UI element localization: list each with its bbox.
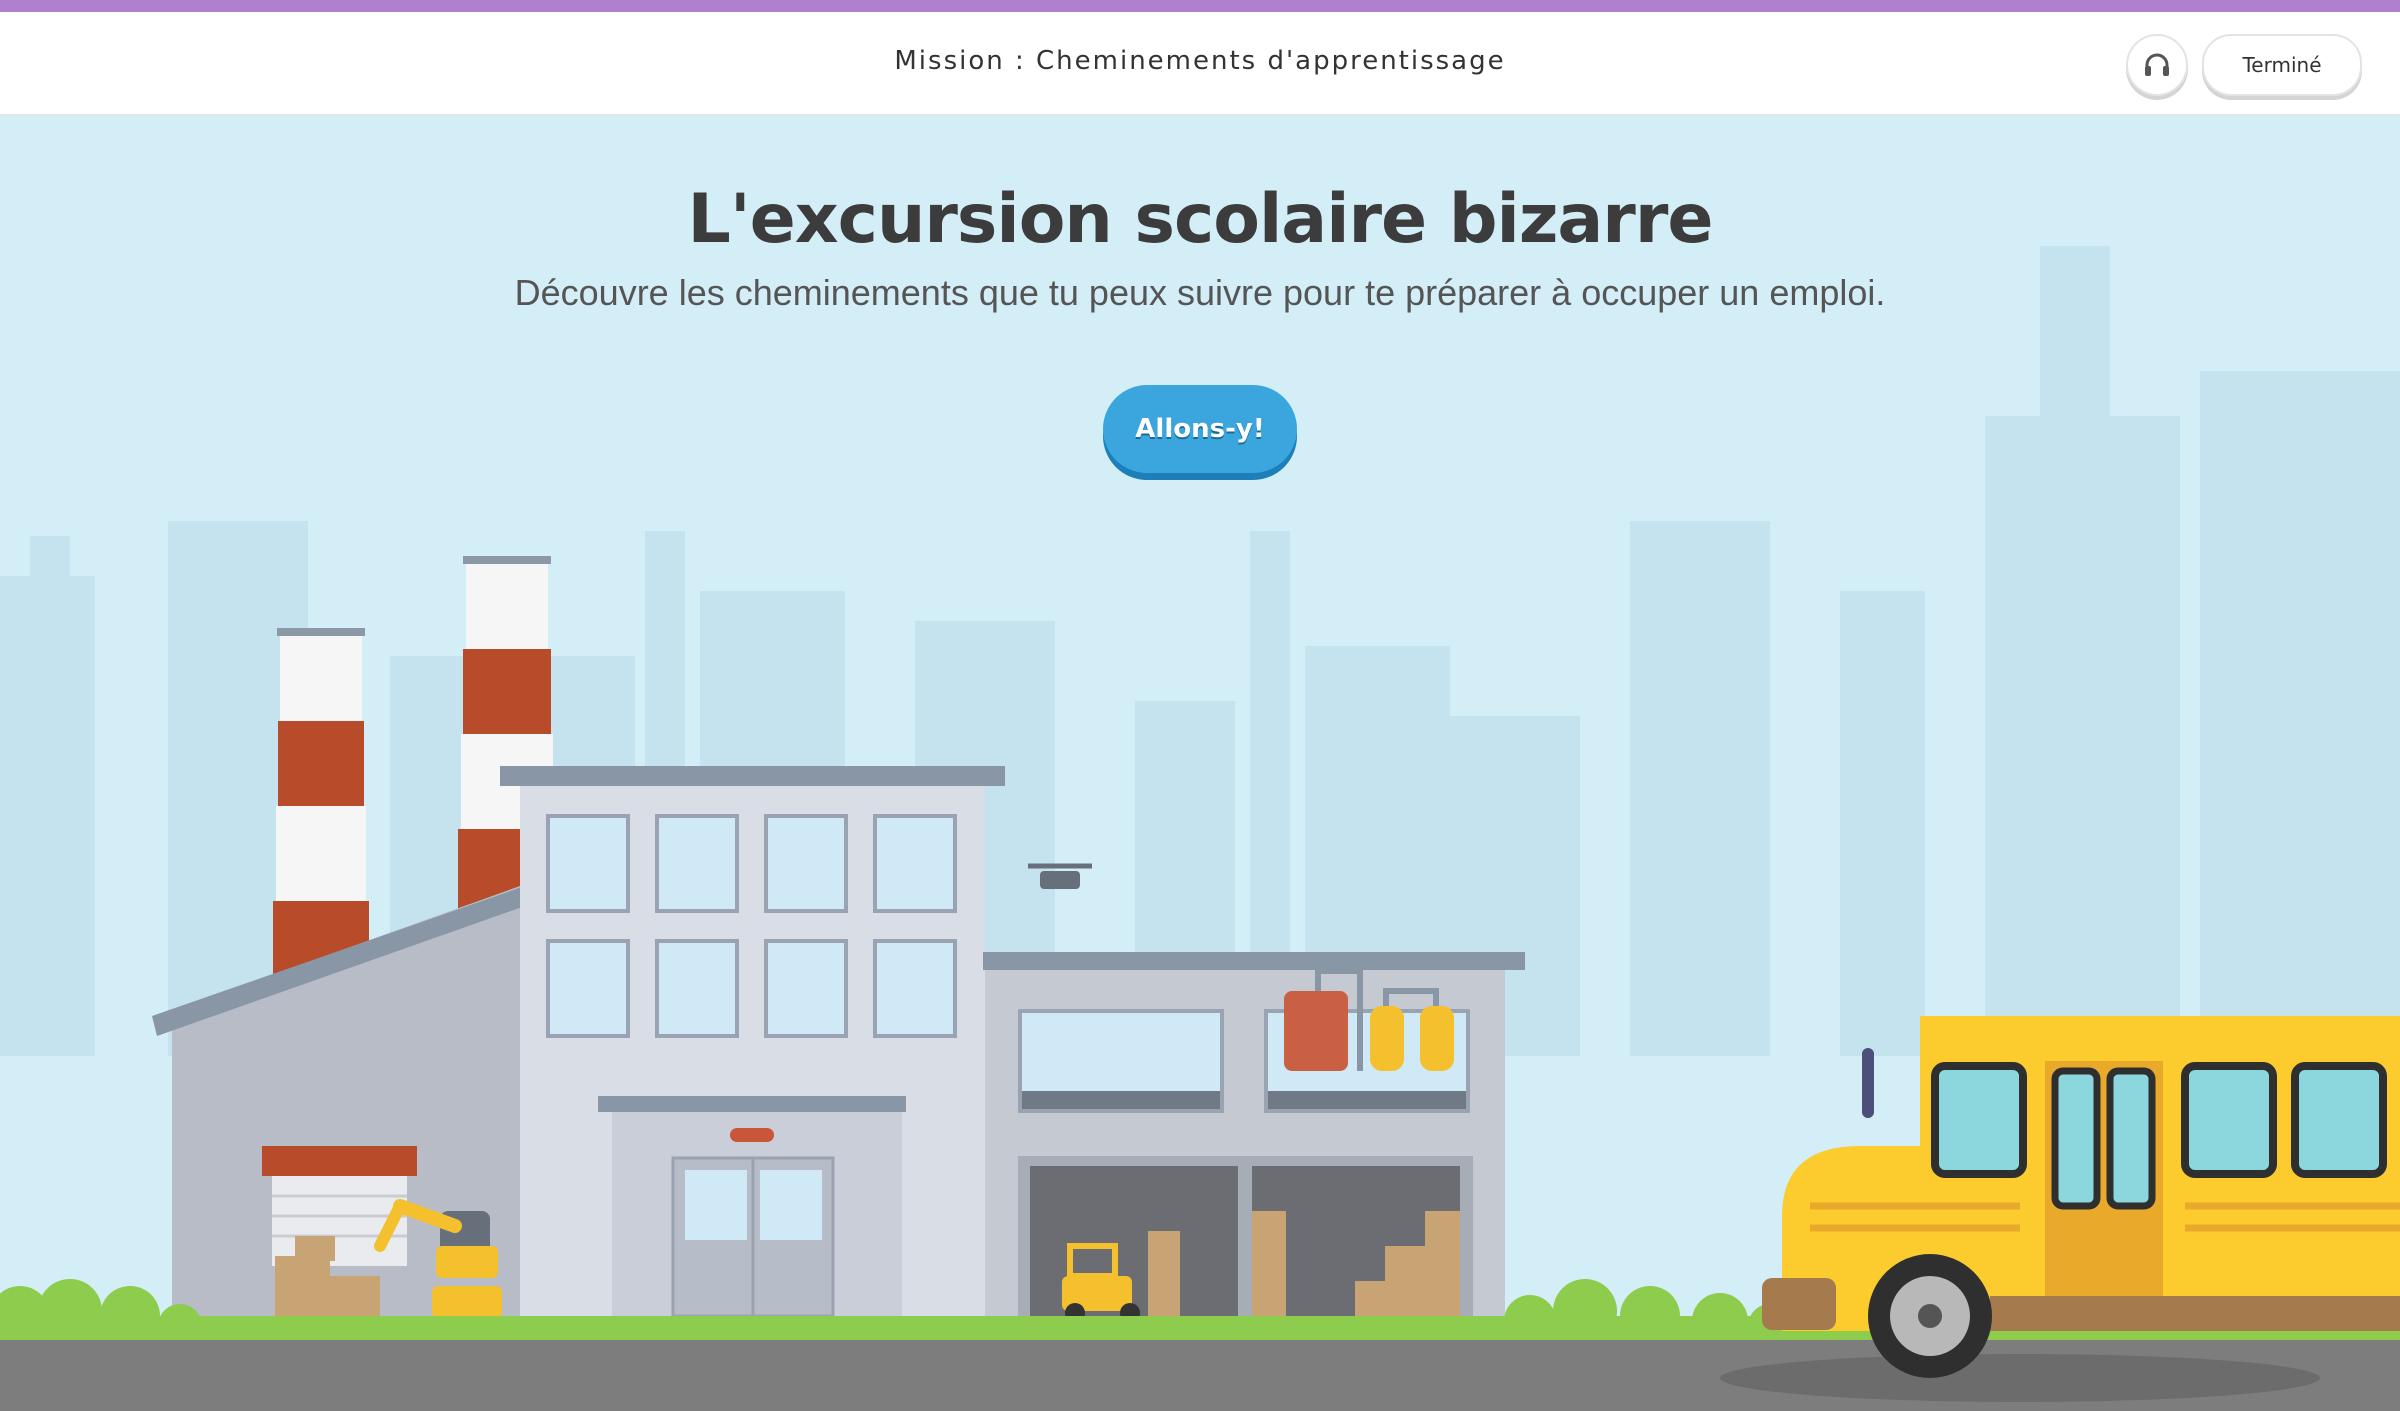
hero-subtitle: Découvre les cheminements que tu peux su… — [514, 272, 1886, 313]
lets-go-button[interactable]: Allons-y! — [1103, 385, 1297, 473]
top-accent-strip — [0, 0, 2400, 12]
audio-button[interactable] — [2126, 34, 2188, 96]
school-bus — [1762, 1016, 2400, 1378]
done-button[interactable]: Terminé — [2202, 34, 2362, 96]
hero-title: L'excursion scolaire bizarre — [687, 180, 1714, 259]
main-building — [500, 766, 1005, 1318]
workshop-building — [983, 952, 1525, 1323]
headphones-icon — [2145, 53, 2169, 76]
scene-illustration: L'excursion scolaire bizarre Découvre le… — [0, 116, 2400, 1411]
mission-title: Mission : Cheminements d'apprentissage — [894, 46, 1506, 76]
header-bar: Mission : Cheminements d'apprentissage T… — [0, 12, 2400, 116]
